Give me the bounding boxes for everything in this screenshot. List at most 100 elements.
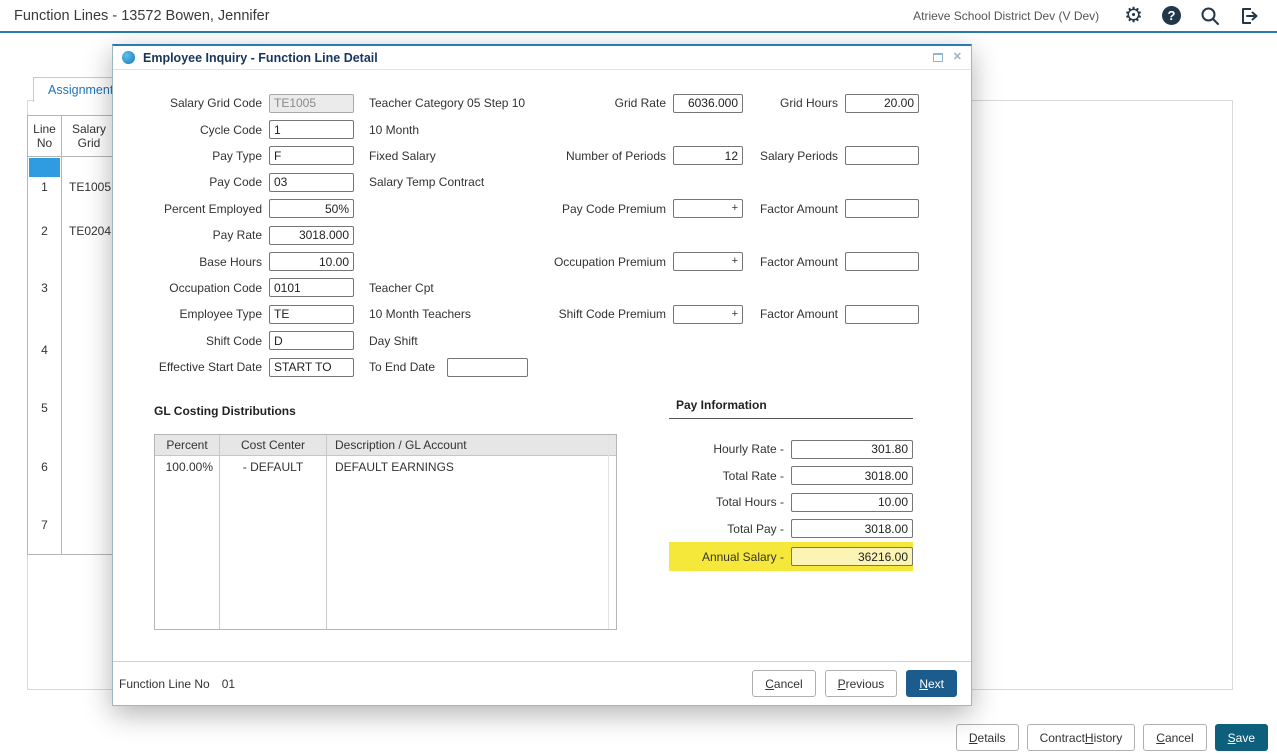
pay-type-label: Pay Type (113, 149, 269, 163)
pay-information-title: Pay Information (669, 398, 913, 419)
salary-grid-cell[interactable]: TE1005 (69, 180, 111, 194)
percent-employed-input[interactable] (269, 199, 354, 218)
line-no-cell[interactable]: 5 (28, 401, 61, 415)
gl-column-description: Description / GL Account DEFAULT EARNING… (327, 435, 616, 629)
function-lines-table: Line No Salary Grid 1 TE1005 2 TE0204 3 … (27, 115, 118, 555)
effective-start-date-label: Effective Start Date (113, 360, 269, 374)
line-no-cell[interactable]: 1 (28, 180, 61, 194)
occupation-premium-label: Occupation Premium (473, 255, 673, 269)
details-button[interactable]: Details (956, 724, 1019, 751)
gl-header-description: Description / GL Account (327, 435, 616, 456)
plus-icon[interactable]: + (732, 203, 738, 214)
save-button[interactable]: Save (1215, 724, 1268, 751)
maximize-icon[interactable] (933, 53, 943, 62)
grid-rate-input[interactable] (673, 94, 743, 113)
form-row: Occupation Premium + Factor Amount (473, 248, 943, 274)
to-end-date-label: To End Date (369, 360, 439, 374)
settings-icon[interactable]: ⚙ (1124, 5, 1143, 26)
occupation-code-description: Teacher Cpt (369, 281, 434, 295)
factor-amount-input[interactable] (845, 252, 919, 271)
pay-code-description: Salary Temp Contract (369, 175, 484, 189)
dialog-titlebar: Employee Inquiry - Function Line Detail … (113, 46, 971, 70)
gl-scrollbar[interactable] (608, 435, 609, 629)
gl-cell-cost-center[interactable]: - DEFAULT (220, 456, 326, 477)
total-hours-label: Total Hours - (669, 495, 791, 509)
cancel-button[interactable]: Cancel (752, 670, 815, 697)
gl-header-cost-center: Cost Center (220, 435, 326, 456)
line-no-cell[interactable]: 3 (28, 281, 61, 295)
total-rate-input[interactable] (791, 466, 913, 485)
column-header-line-no: Line No (28, 116, 61, 156)
gl-cell-percent[interactable]: 100.00% (155, 456, 219, 477)
help-icon[interactable]: ? (1162, 6, 1181, 25)
cycle-code-input[interactable] (269, 120, 354, 139)
pay-code-premium-field[interactable]: + (673, 199, 743, 218)
employee-type-input[interactable] (269, 305, 354, 324)
occupation-code-input[interactable] (269, 278, 354, 297)
factor-amount-input[interactable] (845, 305, 919, 324)
shift-code-input[interactable] (269, 331, 354, 350)
line-no-cell[interactable]: 7 (28, 518, 61, 532)
line-no-cell[interactable]: 6 (28, 460, 61, 474)
plus-icon[interactable]: + (732, 309, 738, 320)
salary-grid-code-label: Salary Grid Code (113, 96, 269, 110)
total-pay-input[interactable] (791, 519, 913, 538)
line-no-cell[interactable]: 2 (28, 224, 61, 238)
table-row[interactable]: 2 TE0204 (28, 224, 117, 240)
table-row[interactable]: 1 TE1005 (28, 180, 117, 196)
line-no-cell[interactable]: 4 (28, 343, 61, 357)
form-row: Pay Code Salary Temp Contract (113, 169, 971, 195)
shift-code-premium-field[interactable]: + (673, 305, 743, 324)
salary-grid-cell[interactable]: TE0204 (69, 224, 111, 238)
end-date-input[interactable] (447, 358, 528, 377)
grid-hours-label: Grid Hours (747, 96, 845, 110)
shift-code-label: Shift Code (113, 334, 269, 348)
annual-salary-row-highlighted: Annual Salary - (669, 542, 913, 571)
base-hours-label: Base Hours (113, 255, 269, 269)
table-row[interactable]: 3 (28, 281, 117, 297)
gl-column-percent: Percent 100.00% (155, 435, 220, 629)
salary-periods-input[interactable] (845, 146, 919, 165)
pay-information-section: Pay Information Hourly Rate - Total Rate… (669, 398, 913, 571)
page-footer: Details Contract History Cancel Save (956, 724, 1268, 751)
column-header-salary-grid: Salary Grid (61, 116, 117, 156)
form-row: Number of Periods Salary Periods (473, 143, 943, 169)
base-hours-input[interactable] (269, 252, 354, 271)
pay-code-premium-label: Pay Code Premium (473, 202, 673, 216)
contract-history-button[interactable]: Contract History (1027, 724, 1136, 751)
form-row: Pay Code Premium + Factor Amount (473, 196, 943, 222)
pay-rate-input[interactable] (269, 226, 354, 245)
table-row[interactable]: 7 (28, 518, 117, 534)
factor-amount-label: Factor Amount (747, 255, 845, 269)
previous-button[interactable]: Previous (825, 670, 898, 697)
grid-hours-input[interactable] (845, 94, 919, 113)
close-icon[interactable]: ✕ (953, 52, 962, 63)
form-row: Pay Rate (113, 222, 971, 248)
employee-type-description: 10 Month Teachers (369, 307, 471, 321)
search-icon[interactable] (1200, 6, 1220, 26)
logout-icon[interactable] (1239, 6, 1261, 26)
function-line-no-value: 01 (222, 677, 235, 691)
total-hours-input[interactable] (791, 493, 913, 512)
plus-icon[interactable]: + (732, 256, 738, 267)
next-button[interactable]: Next (906, 670, 957, 697)
pay-type-input[interactable] (269, 146, 354, 165)
annual-salary-input[interactable] (791, 547, 913, 566)
gl-cell-description[interactable]: DEFAULT EARNINGS (327, 456, 616, 477)
pay-code-input[interactable] (269, 173, 354, 192)
selected-cell-indicator[interactable] (29, 158, 60, 177)
page-cancel-button[interactable]: Cancel (1143, 724, 1206, 751)
table-row[interactable]: 6 (28, 460, 117, 476)
salary-periods-label: Salary Periods (747, 149, 845, 163)
header-actions: Atrieve School District Dev (V Dev) ⚙ ? (913, 5, 1261, 26)
annual-salary-label: Annual Salary - (669, 550, 791, 564)
number-of-periods-input[interactable] (673, 146, 743, 165)
hourly-rate-label: Hourly Rate - (669, 442, 791, 456)
table-row[interactable]: 4 (28, 343, 117, 359)
hourly-rate-input[interactable] (791, 440, 913, 459)
effective-start-date-input[interactable] (269, 358, 354, 377)
table-row[interactable]: 5 (28, 401, 117, 417)
factor-amount-input[interactable] (845, 199, 919, 218)
employee-inquiry-dialog: Employee Inquiry - Function Line Detail … (112, 44, 972, 706)
occupation-premium-field[interactable]: + (673, 252, 743, 271)
